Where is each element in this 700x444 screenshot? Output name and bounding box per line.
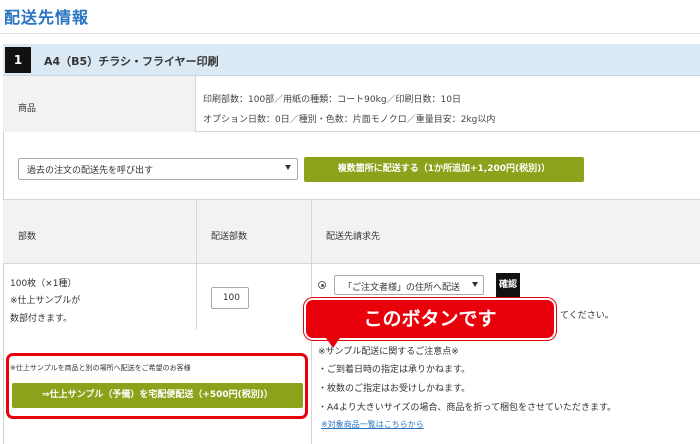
callout-pointer bbox=[326, 338, 340, 348]
product-title: A4（B5）チラシ・フライヤー印刷 bbox=[44, 55, 219, 68]
callout-text: このボタンです bbox=[363, 308, 497, 330]
chevron-down-icon bbox=[285, 165, 291, 170]
address-note-tail: てください。 bbox=[560, 311, 614, 321]
notice-item: ・ご到着日時の指定は承りかねます。 bbox=[318, 365, 471, 375]
callout-bubble: このボタンです bbox=[304, 298, 556, 340]
address-select-label: 「ご注文者様」の住所へ配送 bbox=[343, 283, 461, 293]
header-ship-qty: 配送部数 bbox=[211, 232, 248, 242]
chevron-down-icon bbox=[472, 282, 478, 287]
past-address-select[interactable]: 過去の注文の配送先を呼び出す bbox=[18, 158, 298, 180]
header-ship-to: 配送先請求先 bbox=[326, 232, 381, 242]
header-copies: 部数 bbox=[18, 232, 37, 242]
notice-item: ・枚数のご指定はお受けしかねます。 bbox=[318, 384, 471, 394]
ship-qty-input[interactable]: 100 bbox=[211, 287, 249, 309]
copies-qty: 100枚（×1種） bbox=[10, 279, 77, 289]
page-title: 配送先情報 bbox=[4, 8, 90, 27]
notice-item: ・A4より大きいサイズの場合、商品を折って梱包をさせていただきます。 bbox=[318, 403, 617, 413]
column-divider bbox=[196, 200, 197, 330]
title-divider bbox=[0, 33, 700, 34]
copies-note-2: 数部付きます。 bbox=[10, 314, 73, 324]
spec-line-1: 印刷部数：100部／用紙の種類：コート90kg／印刷日数：10日 bbox=[203, 95, 462, 105]
address-radio[interactable] bbox=[318, 281, 326, 289]
ship-qty-value: 100 bbox=[222, 293, 240, 303]
product-number-badge: 1 bbox=[5, 47, 31, 73]
multi-ship-button[interactable]: 複数箇所に配送する（1か所追加+1,200円(税別)） bbox=[304, 157, 584, 182]
spec-label: 商品 bbox=[18, 104, 37, 114]
past-address-select-label: 過去の注文の配送先を呼び出す bbox=[27, 166, 154, 176]
highlight-box bbox=[6, 353, 308, 419]
spec-line-2: オプション日数：0日／種別・色数：片面モノクロ／重量目安：2kg以内 bbox=[203, 115, 496, 125]
address-select[interactable]: 「ご注文者様」の住所へ配送 bbox=[334, 275, 484, 295]
product-list-link[interactable]: ※対象商品一覧はこちらから bbox=[321, 419, 424, 430]
confirm-button[interactable]: 確認 bbox=[496, 273, 520, 297]
copies-note-1: ※仕上サンプルが bbox=[10, 296, 81, 306]
